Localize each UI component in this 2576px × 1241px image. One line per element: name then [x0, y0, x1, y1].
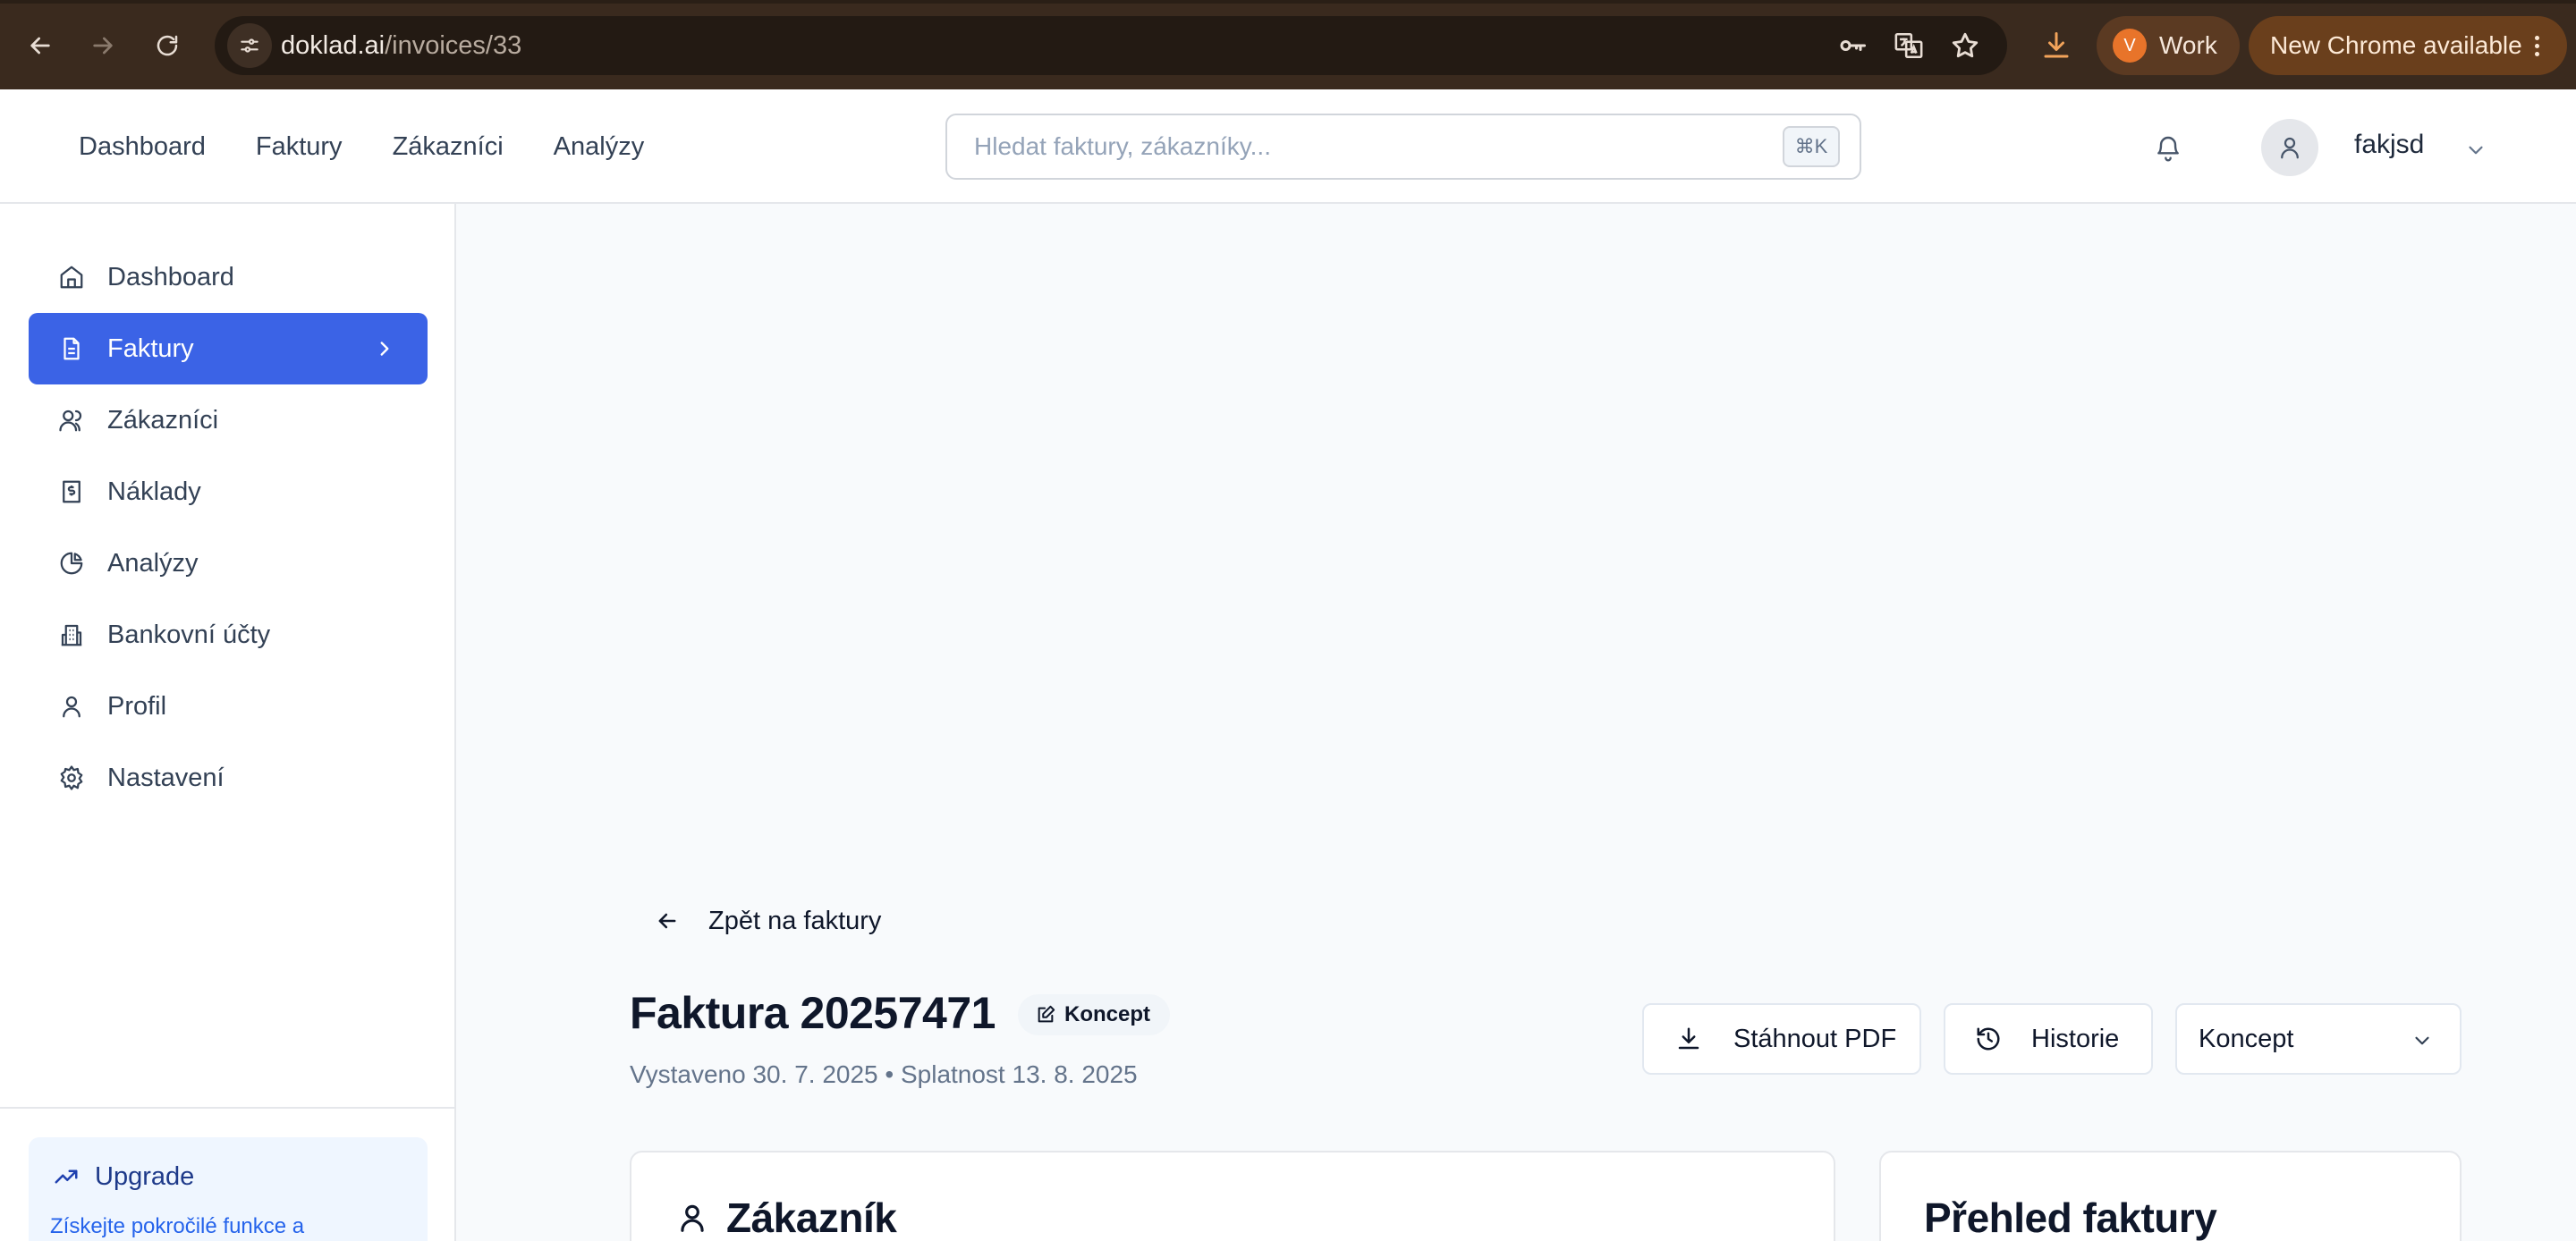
sidebar-item-label: Bankovní účty [107, 620, 271, 649]
key-icon[interactable] [1830, 23, 1875, 68]
pie-chart-icon [55, 547, 88, 579]
arrow-left-icon [651, 905, 683, 937]
url-host: doklad.ai [281, 31, 386, 60]
topnav-zakaznici[interactable]: Zákazníci [393, 132, 504, 162]
global-search: ⌘K [945, 114, 1861, 180]
translate-icon[interactable] [1886, 23, 1931, 68]
topnav-dashboard[interactable]: Dashboard [79, 132, 206, 162]
sidebar-item-label: Zákazníci [107, 405, 219, 435]
sidebar-item-naklady[interactable]: Náklady [29, 456, 428, 528]
sidebar-item-label: Analýzy [107, 548, 199, 578]
back-label: Zpět na faktury [708, 906, 882, 935]
back-to-invoices-link[interactable]: Zpět na faktury [651, 899, 881, 942]
history-button[interactable]: Historie [1944, 1003, 2153, 1075]
sidebar-item-dashboard[interactable]: Dashboard [29, 241, 428, 313]
url-path: /invoices/33 [385, 31, 522, 60]
notifications-bell-icon[interactable] [2143, 123, 2193, 173]
bookmark-star-icon[interactable] [1943, 23, 1987, 68]
chevron-right-icon [369, 333, 401, 365]
search-shortcut-badge: ⌘K [1783, 126, 1840, 167]
customer-heading: Zákazník [726, 1195, 897, 1241]
sidebar: Dashboard Faktury Zákazníci Náklady Anal… [0, 204, 456, 1241]
receipt-icon [55, 476, 88, 508]
trending-up-icon [50, 1161, 82, 1193]
upgrade-text: Získejte pokročilé funkce a [50, 1214, 305, 1238]
search-input[interactable] [974, 115, 1779, 178]
sidebar-item-faktury[interactable]: Faktury [29, 313, 428, 384]
history-label: Historie [2031, 1024, 2120, 1053]
download-pdf-label: Stáhnout PDF [1733, 1024, 1897, 1053]
customer-card: Zákazník [630, 1151, 1835, 1241]
upgrade-title: Upgrade [95, 1161, 195, 1191]
reload-icon[interactable] [145, 23, 190, 68]
back-arrow-icon[interactable] [18, 23, 63, 68]
summary-heading: Přehled faktury [1924, 1195, 2217, 1241]
invoice-summary-card: Přehled faktury [1879, 1151, 2462, 1241]
home-icon [55, 261, 88, 293]
download-icon[interactable] [2034, 23, 2079, 68]
more-vert-icon [2534, 35, 2539, 56]
edit-icon [1034, 1003, 1057, 1026]
url-text[interactable]: doklad.ai/invoices/33 [281, 16, 521, 75]
invoice-dates: Vystaveno 30. 7. 2025 • Splatnost 13. 8.… [630, 1060, 1138, 1088]
sidebar-item-analyzy[interactable]: Analýzy [29, 528, 428, 599]
sidebar-item-label: Nastavení [107, 763, 225, 792]
chevron-down-icon [2406, 1025, 2438, 1057]
topnav-analyzy[interactable]: Analýzy [554, 132, 645, 162]
download-icon [1673, 1023, 1705, 1055]
history-icon [1972, 1023, 2004, 1055]
upgrade-card[interactable]: Upgrade Získejte pokročilé funkce a [29, 1137, 428, 1241]
chevron-down-icon[interactable] [2458, 132, 2494, 168]
sidebar-item-label: Náklady [107, 477, 201, 506]
sidebar-item-label: Dashboard [107, 262, 234, 291]
forward-arrow-icon[interactable] [80, 23, 125, 68]
sidebar-item-label: Profil [107, 691, 167, 721]
download-pdf-button[interactable]: Stáhnout PDF [1642, 1003, 1921, 1075]
sidebar-item-label: Faktury [107, 333, 194, 363]
file-text-icon [55, 333, 88, 365]
gear-icon [55, 762, 88, 794]
topnav-faktury[interactable]: Faktury [256, 132, 343, 162]
user-name[interactable]: fakjsd [2354, 130, 2424, 160]
user-icon [55, 690, 88, 722]
status-badge-label: Koncept [1064, 1002, 1150, 1026]
user-icon [674, 1200, 710, 1236]
sidebar-divider [0, 1107, 454, 1109]
page-title: Faktura 20257471 [630, 988, 996, 1038]
sidebar-item-bankovni-ucty[interactable]: Bankovní účty [29, 599, 428, 671]
browser-profile-chip[interactable]: V Work [2097, 16, 2240, 75]
sidebar-item-profil[interactable]: Profil [29, 671, 428, 742]
tab-strip-edge [0, 0, 2576, 4]
user-avatar[interactable] [2261, 119, 2318, 176]
browser-toolbar: doklad.ai/invoices/33 V Work New Chrome … [0, 0, 2576, 89]
chrome-update-button[interactable]: New Chrome available [2249, 16, 2567, 75]
profile-name: Work [2159, 31, 2217, 59]
profile-avatar: V [2113, 29, 2147, 63]
update-label: New Chrome available [2270, 31, 2522, 59]
status-select[interactable]: Koncept [2175, 1003, 2462, 1075]
site-settings-icon[interactable] [227, 23, 272, 68]
sidebar-item-nastaveni[interactable]: Nastavení [29, 742, 428, 814]
bank-icon [55, 619, 88, 651]
status-badge: Koncept [1018, 994, 1170, 1035]
users-icon [55, 404, 88, 436]
status-select-value: Koncept [2199, 1024, 2294, 1053]
address-bar[interactable]: doklad.ai/invoices/33 [215, 16, 2007, 75]
top-navigation: Dashboard Faktury Zákazníci Analýzy [79, 89, 644, 204]
sidebar-item-zakaznici[interactable]: Zákazníci [29, 384, 428, 456]
